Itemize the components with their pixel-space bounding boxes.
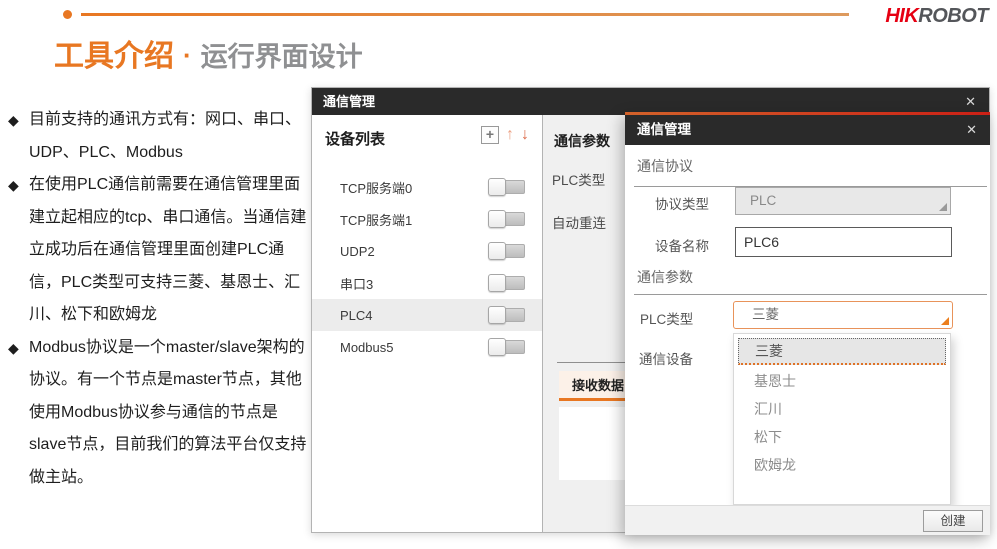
device-list-header: 设备列表 + ↑ ↓	[312, 115, 542, 161]
move-down-icon[interactable]: ↓	[521, 126, 529, 144]
device-name: TCP服务端0	[340, 178, 412, 197]
logo-robot: ROBOT	[918, 5, 988, 27]
toggle-knob	[488, 306, 506, 324]
receive-data-area	[559, 407, 625, 480]
plc-create-dialog: 通信管理 ✕ 通信协议 协议类型 PLC 设备名称 通信参数 PLC类型 三菱 …	[625, 112, 990, 535]
dropdown-option[interactable]: 三菱	[738, 338, 946, 365]
title-primary: 工具介绍	[54, 40, 174, 73]
notes-list: 目前支持的通讯方式有：网口、串口、UDP、PLC、Modbus 在使用PLC通信…	[8, 104, 310, 494]
device-name-label: 设备名称	[655, 235, 709, 255]
note-item: Modbus协议是一个master/slave架构的协议。有一个节点是maste…	[8, 332, 310, 495]
dialog-title: 通信管理	[637, 122, 691, 137]
dialog-footer: 创建	[625, 505, 990, 535]
device-name: 串口3	[340, 274, 373, 293]
toggle-track	[504, 244, 525, 258]
hikrobot-logo: HIKROBOT	[885, 5, 988, 28]
toggle-knob	[488, 242, 506, 260]
accent-line	[81, 13, 849, 16]
toggle-switch[interactable]	[488, 178, 525, 197]
plc-type-value: 三菱	[752, 307, 779, 322]
comm-params-header: 通信参数	[554, 131, 610, 151]
plc-type-combo[interactable]: 三菱	[733, 301, 953, 329]
slide: HIKROBOT 工具介绍 · 运行界面设计 目前支持的通讯方式有：网口、串口、UD…	[0, 0, 997, 549]
toggle-knob	[488, 274, 506, 292]
combo-corner-icon	[939, 203, 947, 211]
toggle-track	[504, 340, 525, 354]
plc-type-label: PLC类型	[552, 169, 605, 189]
protocol-type-value: PLC	[750, 193, 776, 208]
toggle-switch[interactable]	[488, 210, 525, 229]
move-up-icon[interactable]: ↑	[506, 126, 514, 144]
device-list-controls: + ↑ ↓	[481, 126, 529, 144]
create-button[interactable]: 创建	[923, 510, 983, 532]
device-name: UDP2	[340, 244, 375, 259]
toggle-switch[interactable]	[488, 306, 525, 325]
device-name: Modbus5	[340, 340, 393, 355]
params-section-label: 通信参数	[637, 267, 693, 287]
logo-hik: HIK	[885, 5, 918, 27]
device-name: PLC4	[340, 308, 373, 323]
title-separator: ·	[183, 40, 192, 70]
device-list-item[interactable]: Modbus5	[312, 331, 542, 363]
note-item: 目前支持的通讯方式有：网口、串口、UDP、PLC、Modbus	[8, 104, 310, 169]
plc-type-label: PLC类型	[640, 308, 693, 328]
toggle-switch[interactable]	[488, 274, 525, 293]
toggle-knob	[488, 178, 506, 196]
device-list-panel: 设备列表 + ↑ ↓ TCP服务端0	[312, 115, 543, 532]
section-divider	[634, 294, 987, 295]
plc-type-dropdown: 三菱 基恩士 汇川 松下 欧姆龙	[733, 333, 951, 505]
protocol-type-combo[interactable]: PLC	[735, 187, 951, 215]
toggle-knob	[488, 338, 506, 356]
dialog-titlebar: 通信管理 ✕	[625, 115, 990, 145]
close-icon[interactable]: ✕	[966, 115, 977, 145]
add-device-button[interactable]: +	[481, 126, 499, 144]
toggle-track	[504, 180, 525, 194]
device-list-item[interactable]: TCP服务端1	[312, 203, 542, 235]
dialog-body: 通信协议 协议类型 PLC 设备名称 通信参数 PLC类型 三菱 通信设备 三菱	[625, 145, 990, 505]
dropdown-option[interactable]: 基恩士	[734, 367, 950, 395]
auto-reconnect-label: 自动重连	[552, 212, 606, 232]
device-list-title: 设备列表	[325, 131, 385, 148]
device-name-input[interactable]	[735, 227, 952, 257]
toggle-track	[504, 276, 525, 290]
device-list: TCP服务端0 TCP服务端1	[312, 171, 542, 363]
toggle-track	[504, 212, 525, 226]
dialog-titlebar: 通信管理 ✕	[312, 88, 989, 115]
comm-device-label: 通信设备	[639, 348, 693, 368]
toggle-knob	[488, 210, 506, 228]
dropdown-option[interactable]: 松下	[734, 423, 950, 451]
dropdown-option[interactable]: 欧姆龙	[734, 451, 950, 479]
title-secondary: 运行界面设计	[201, 42, 363, 72]
toggle-switch[interactable]	[488, 338, 525, 357]
dropdown-option[interactable]: 汇川	[734, 395, 950, 423]
page-title: 工具介绍 · 运行界面设计	[54, 31, 363, 75]
toggle-switch[interactable]	[488, 242, 525, 261]
protocol-section-label: 通信协议	[637, 156, 693, 176]
note-item: 在使用PLC通信前需要在通信管理里面建立起相应的tcp、串口通信。当通信建立成功…	[8, 169, 310, 332]
accent-dot	[63, 10, 72, 19]
protocol-type-label: 协议类型	[655, 193, 709, 213]
device-list-item[interactable]: PLC4	[312, 299, 542, 331]
device-list-item[interactable]: UDP2	[312, 235, 542, 267]
device-list-item[interactable]: 串口3	[312, 267, 542, 299]
dialog-title: 通信管理	[323, 94, 375, 109]
device-name: TCP服务端1	[340, 210, 412, 229]
toggle-track	[504, 308, 525, 322]
device-list-item[interactable]: TCP服务端0	[312, 171, 542, 203]
close-icon[interactable]: ✕	[965, 88, 976, 115]
combo-corner-icon	[941, 317, 949, 325]
